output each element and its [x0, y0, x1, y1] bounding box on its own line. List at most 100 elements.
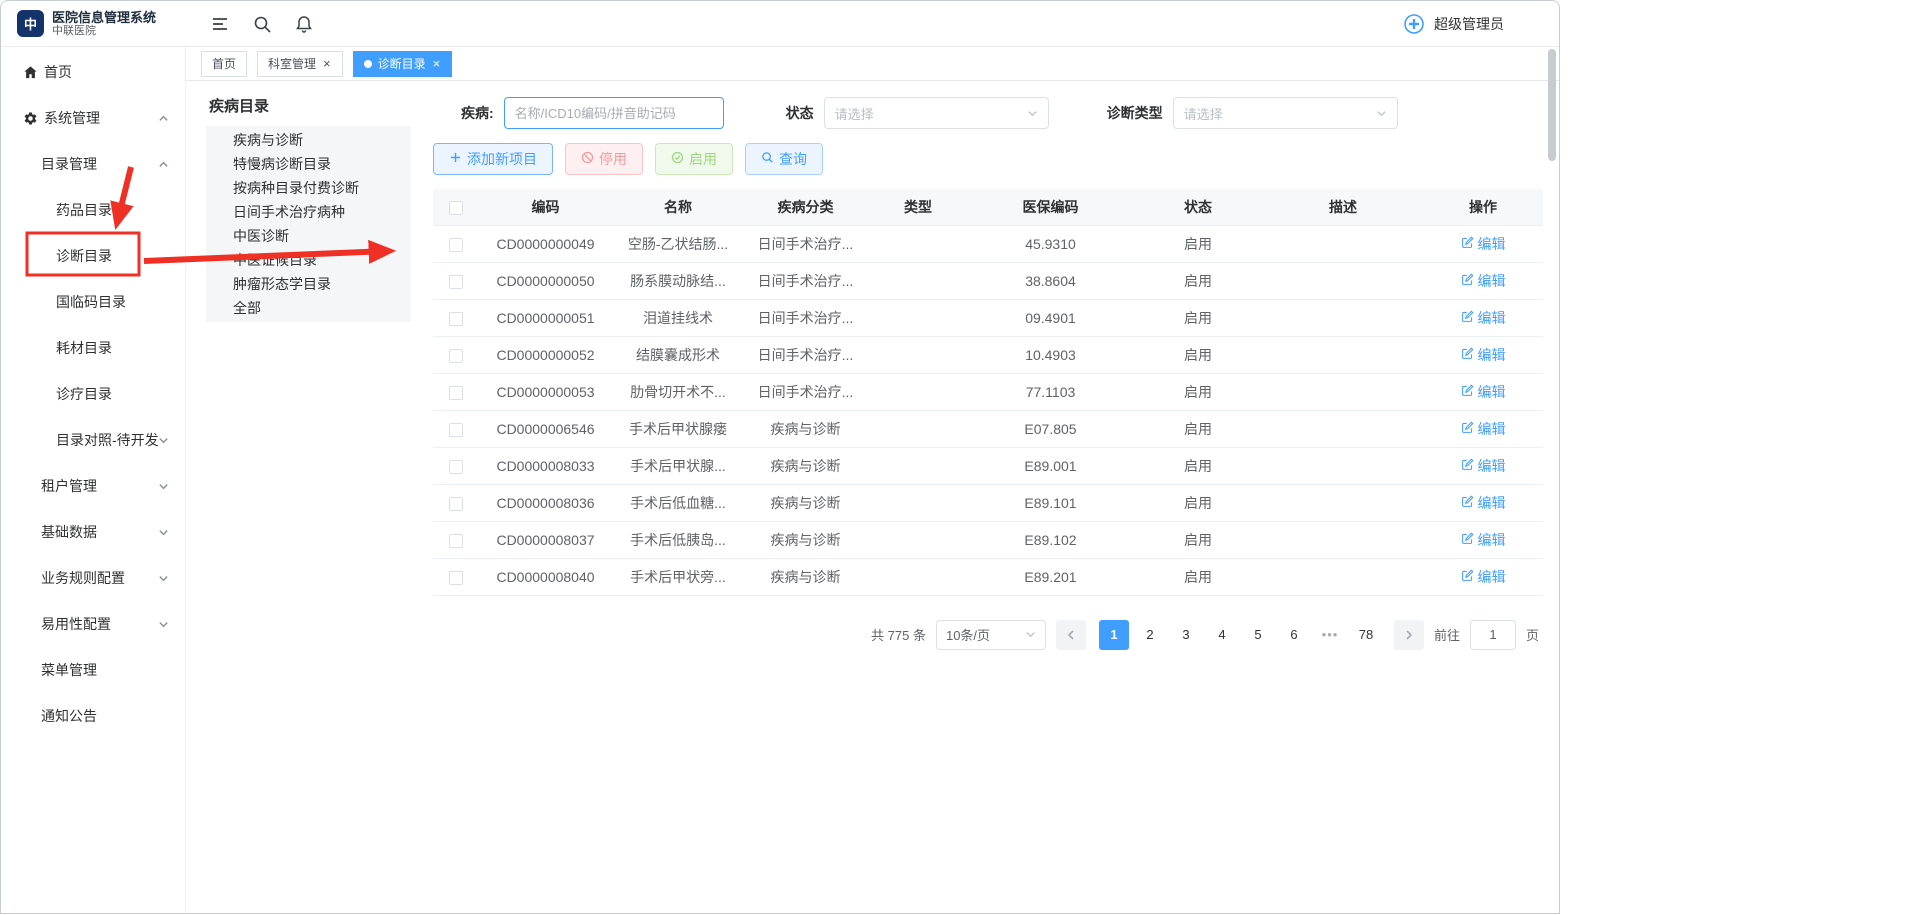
- page-ellipsis[interactable]: •••: [1315, 620, 1345, 650]
- collapse-menu-icon[interactable]: [210, 14, 230, 34]
- tab-1[interactable]: 科室管理 ×: [257, 51, 343, 77]
- catalog-item-5[interactable]: 中医证候目录: [206, 248, 411, 272]
- edit-button[interactable]: 编辑: [1461, 456, 1506, 476]
- sidebar-item-9[interactable]: 租户管理: [1, 463, 185, 509]
- gear-icon: [23, 111, 38, 126]
- catalog-item-7[interactable]: 全部: [206, 296, 411, 320]
- search-icon[interactable]: [252, 14, 272, 34]
- row-checkbox[interactable]: [449, 423, 463, 437]
- tab-2[interactable]: 诊断目录×: [353, 51, 453, 77]
- cell-category: 日间手术治疗...: [743, 336, 868, 373]
- cell-code: CD0000000049: [478, 225, 613, 262]
- catalog-item-3[interactable]: 日间手术治疗病种: [206, 200, 411, 224]
- diagnosis-type-select[interactable]: 请选择: [1173, 97, 1398, 129]
- goto-suffix: 页: [1526, 625, 1539, 644]
- row-checkbox[interactable]: [449, 349, 463, 363]
- tab-0[interactable]: 首页: [201, 51, 247, 77]
- edit-button[interactable]: 编辑: [1461, 234, 1506, 254]
- sidebar-item-6[interactable]: 耗材目录: [1, 325, 185, 371]
- disease-filter-label: 疾病:: [461, 103, 494, 123]
- row-checkbox[interactable]: [449, 534, 463, 548]
- chevron-down-icon: [158, 619, 169, 630]
- row-checkbox[interactable]: [449, 460, 463, 474]
- cell-category: 疾病与诊断: [743, 410, 868, 447]
- prev-page-button[interactable]: [1056, 620, 1086, 650]
- status-select-value: 请选择: [835, 104, 874, 123]
- enable-button[interactable]: 启用: [655, 143, 733, 175]
- page-size-select[interactable]: 10条/页: [936, 620, 1046, 650]
- cell-type: [868, 373, 968, 410]
- row-checkbox[interactable]: [449, 497, 463, 511]
- active-tab-dot: [364, 60, 372, 68]
- cell-category: 疾病与诊断: [743, 484, 868, 521]
- edit-button[interactable]: 编辑: [1461, 382, 1506, 402]
- vertical-scrollbar[interactable]: [1548, 49, 1556, 909]
- select-all-checkbox[interactable]: [449, 201, 463, 215]
- home-icon: [23, 65, 38, 80]
- app-window: 中 医院信息管理系统 中联医院 超级管理员: [0, 0, 1560, 914]
- edit-button[interactable]: 编辑: [1461, 345, 1506, 365]
- user-menu[interactable]: 超级管理员: [1402, 12, 1504, 36]
- close-tab-icon[interactable]: ×: [322, 57, 332, 70]
- edit-button[interactable]: 编辑: [1461, 308, 1506, 328]
- column-header: 操作: [1423, 189, 1543, 225]
- chevron-down-icon: [158, 481, 169, 492]
- type-filter-label: 诊断类型: [1107, 103, 1163, 123]
- query-button[interactable]: 查询: [745, 143, 823, 175]
- sidebar-item-3[interactable]: 药品目录: [1, 187, 185, 233]
- page-button-4[interactable]: 4: [1207, 620, 1237, 650]
- diagnosis-table: 编码名称疾病分类类型医保编码状态描述操作 CD0000000049空肠-乙状结肠…: [433, 189, 1543, 596]
- next-page-button[interactable]: [1394, 620, 1424, 650]
- row-checkbox[interactable]: [449, 386, 463, 400]
- row-checkbox[interactable]: [449, 312, 463, 326]
- catalog-item-0[interactable]: 疾病与诊断: [206, 128, 411, 152]
- sidebar-item-0[interactable]: 首页: [1, 49, 185, 95]
- chevron-down-icon: [1376, 108, 1387, 119]
- disease-search-input[interactable]: [504, 97, 724, 129]
- scrollbar-thumb[interactable]: [1548, 49, 1556, 161]
- edit-button[interactable]: 编辑: [1461, 419, 1506, 439]
- cell-name: 手术后低胰岛...: [613, 521, 743, 558]
- page-button-1[interactable]: 1: [1099, 620, 1129, 650]
- disable-button[interactable]: 停用: [565, 143, 643, 175]
- row-checkbox[interactable]: [449, 571, 463, 585]
- sidebar-item-14[interactable]: 通知公告: [1, 693, 185, 739]
- row-checkbox[interactable]: [449, 238, 463, 252]
- tab-label: 科室管理: [268, 55, 316, 72]
- sidebar-item-12[interactable]: 易用性配置: [1, 601, 185, 647]
- page-button-3[interactable]: 3: [1171, 620, 1201, 650]
- sidebar-item-1[interactable]: 系统管理: [1, 95, 185, 141]
- sidebar-item-8[interactable]: 目录对照-待开发: [1, 417, 185, 463]
- bell-icon[interactable]: [294, 14, 314, 34]
- page-button-6[interactable]: 6: [1279, 620, 1309, 650]
- table-header-row: 编码名称疾病分类类型医保编码状态描述操作: [433, 189, 1543, 225]
- sidebar-item-4[interactable]: 诊断目录: [1, 233, 185, 279]
- goto-page-input[interactable]: [1470, 620, 1516, 650]
- catalog-item-1[interactable]: 特慢病诊断目录: [206, 152, 411, 176]
- sidebar-item-13[interactable]: 菜单管理: [1, 647, 185, 693]
- catalog-item-2[interactable]: 按病种目录付费诊断: [206, 176, 411, 200]
- cell-type: [868, 336, 968, 373]
- cell-status: 启用: [1133, 262, 1263, 299]
- page-button-5[interactable]: 5: [1243, 620, 1273, 650]
- sidebar-item-11[interactable]: 业务规则配置: [1, 555, 185, 601]
- status-select[interactable]: 请选择: [824, 97, 1049, 129]
- page-button-78[interactable]: 78: [1351, 620, 1381, 650]
- add-item-button[interactable]: 添加新项目: [433, 143, 553, 175]
- page-button-2[interactable]: 2: [1135, 620, 1165, 650]
- close-tab-icon[interactable]: ×: [432, 57, 442, 70]
- row-checkbox[interactable]: [449, 275, 463, 289]
- sidebar-item-10[interactable]: 基础数据: [1, 509, 185, 555]
- cell-description: [1263, 336, 1423, 373]
- edit-button[interactable]: 编辑: [1461, 530, 1506, 550]
- sidebar-item-2[interactable]: 目录管理: [1, 141, 185, 187]
- chevron-up-icon: [158, 113, 169, 124]
- catalog-item-4[interactable]: 中医诊断: [206, 224, 411, 248]
- sidebar-item-5[interactable]: 国临码目录: [1, 279, 185, 325]
- catalog-item-6[interactable]: 肿瘤形态学目录: [206, 272, 411, 296]
- cell-insurance-code: E89.201: [968, 558, 1133, 595]
- sidebar-item-7[interactable]: 诊疗目录: [1, 371, 185, 417]
- edit-button[interactable]: 编辑: [1461, 493, 1506, 513]
- edit-button[interactable]: 编辑: [1461, 271, 1506, 291]
- edit-button[interactable]: 编辑: [1461, 567, 1506, 587]
